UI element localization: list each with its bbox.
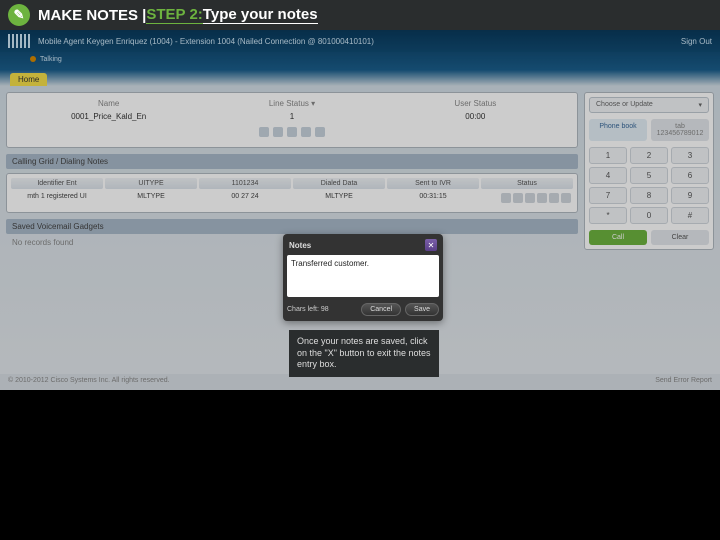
- app-header: Mobile Agent Keygen Enriquez (1004) - Ex…: [0, 30, 720, 52]
- key-5[interactable]: 5: [630, 167, 668, 184]
- key-7[interactable]: 7: [589, 187, 627, 204]
- td: mth 1 registered UI: [11, 191, 103, 205]
- roster-panel: Name Line Status ▾ User Status 0001_Pric…: [6, 92, 578, 148]
- cancel-button[interactable]: Cancel: [361, 303, 401, 316]
- th: Dialed Data: [293, 178, 385, 189]
- tab-number[interactable]: tab 123456789012: [651, 119, 709, 141]
- th: Identifier Ent: [11, 178, 103, 189]
- action-icon[interactable]: [501, 193, 511, 203]
- sign-out-link[interactable]: Sign Out: [681, 37, 712, 46]
- note-icon: ✎: [8, 4, 30, 26]
- td: MLTYPE: [293, 191, 385, 205]
- th: 1101234: [199, 178, 291, 189]
- row-line: 1: [200, 112, 383, 121]
- error-report-link[interactable]: Send Error Report: [655, 377, 712, 387]
- status-text: Talking: [40, 56, 62, 63]
- td: 00:31:15: [387, 191, 479, 205]
- notes-dialog: Notes ✕ Transferred customer. Chars left…: [283, 234, 443, 321]
- cisco-logo: [8, 34, 32, 48]
- chevron-down-icon: ▾: [698, 101, 702, 109]
- chars-left: Chars left: 98: [287, 306, 329, 313]
- roster-icon[interactable]: [273, 127, 283, 137]
- roster-icon[interactable]: [301, 127, 311, 137]
- roster-icons: [11, 127, 573, 137]
- key-6[interactable]: 6: [671, 167, 709, 184]
- roster-icon[interactable]: [259, 127, 269, 137]
- copyright: © 2010-2012 Cisco Systems Inc. All right…: [8, 377, 170, 387]
- notes-title: Notes: [289, 241, 311, 250]
- key-2[interactable]: 2: [630, 147, 668, 164]
- key-star[interactable]: *: [589, 207, 627, 224]
- status-row: Talking: [0, 52, 720, 66]
- title-step: STEP 2:: [146, 6, 202, 24]
- col-user: User Status: [384, 99, 567, 108]
- tab-phonebook[interactable]: Phone book: [589, 119, 647, 141]
- col-line: Line Status ▾: [200, 99, 383, 108]
- action-icon[interactable]: [561, 193, 571, 203]
- section-voicemail: Saved Voicemail Gadgets: [6, 219, 578, 234]
- save-button[interactable]: Save: [405, 303, 439, 316]
- row-user: 00:00: [384, 112, 567, 121]
- th: Status: [481, 178, 573, 189]
- action-icon[interactable]: [525, 193, 535, 203]
- instruction-tooltip: Once your notes are saved, click on the …: [289, 330, 439, 377]
- title-suffix: Type your notes: [203, 6, 318, 24]
- key-0[interactable]: 0: [630, 207, 668, 224]
- clear-button[interactable]: Clear: [651, 230, 709, 245]
- row-name: 0001_Price_Kald_En: [17, 112, 200, 121]
- action-icon[interactable]: [513, 193, 523, 203]
- tab-row: Home: [0, 66, 720, 86]
- td: MLTYPE: [105, 191, 197, 205]
- key-3[interactable]: 3: [671, 147, 709, 164]
- select-label: Choose or Update: [596, 101, 653, 109]
- tab-home[interactable]: Home: [10, 73, 47, 86]
- notes-textarea[interactable]: Transferred customer.: [287, 255, 439, 297]
- close-icon[interactable]: ✕: [425, 239, 437, 251]
- col-name: Name: [17, 99, 200, 108]
- roster-icon[interactable]: [315, 127, 325, 137]
- keypad: 1 2 3 4 5 6 7 8 9 * 0 #: [589, 147, 709, 224]
- section-dialing: Calling Grid / Dialing Notes: [6, 154, 578, 169]
- key-4[interactable]: 4: [589, 167, 627, 184]
- instruction-bar: ✎ MAKE NOTES | STEP 2: Type your notes: [0, 0, 720, 30]
- call-table: Identifier Ent UITYPE 1101234 Dialed Dat…: [6, 173, 578, 213]
- status-dot: [30, 56, 36, 62]
- th: Sent to IVR: [387, 178, 479, 189]
- agent-title: Mobile Agent Keygen Enriquez (1004) - Ex…: [38, 37, 374, 46]
- key-8[interactable]: 8: [630, 187, 668, 204]
- action-icon[interactable]: [537, 193, 547, 203]
- td: 00 27 24: [199, 191, 291, 205]
- call-button[interactable]: Call: [589, 230, 647, 245]
- th: UITYPE: [105, 178, 197, 189]
- key-hash[interactable]: #: [671, 207, 709, 224]
- key-1[interactable]: 1: [589, 147, 627, 164]
- row-actions: [481, 191, 573, 205]
- update-select[interactable]: Choose or Update ▾: [589, 97, 709, 113]
- dialer-panel: Choose or Update ▾ Phone book tab 123456…: [584, 92, 714, 250]
- action-icon[interactable]: [549, 193, 559, 203]
- title-prefix: MAKE NOTES |: [38, 7, 146, 24]
- roster-icon[interactable]: [287, 127, 297, 137]
- key-9[interactable]: 9: [671, 187, 709, 204]
